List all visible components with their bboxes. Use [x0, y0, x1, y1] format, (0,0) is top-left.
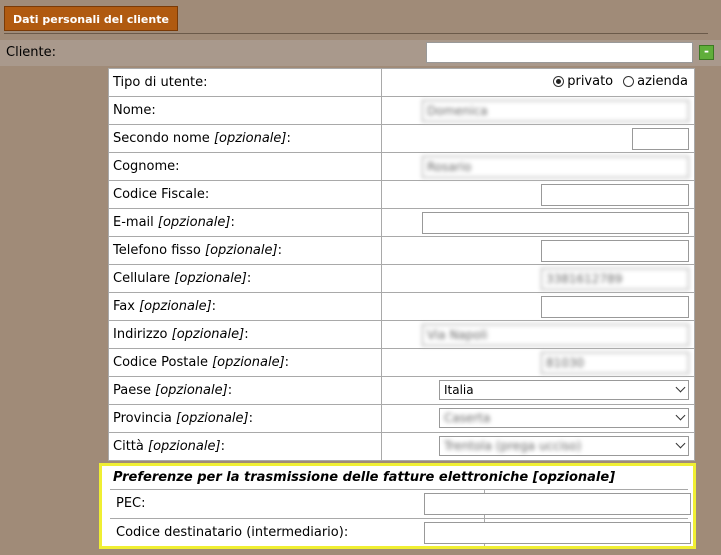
- client-row: Cliente: -: [0, 40, 721, 66]
- provincia-select[interactable]: Caserta: [439, 408, 689, 428]
- nome-label: Nome:: [108, 96, 382, 125]
- fax-label: Fax [opzionale]:: [108, 292, 382, 321]
- radio-privato-circle[interactable]: [553, 76, 565, 87]
- recipient-code-input[interactable]: [424, 522, 691, 544]
- form-row-provincia: Provincia [opzionale]: Caserta: [108, 404, 695, 433]
- paese-label: Paese [opzionale]:: [108, 376, 382, 405]
- form-row-user-type: Tipo di utente: privato azienda: [108, 68, 695, 97]
- pec-input[interactable]: [424, 493, 691, 515]
- citta-value: Trentola (prega ucciso): [444, 439, 582, 453]
- cellulare-label: Cellulare [opzionale]:: [108, 264, 382, 293]
- cognome-input[interactable]: [422, 156, 689, 178]
- customer-form: Tipo di utente: privato azienda Nome: Se…: [108, 68, 695, 461]
- tab-underline: [4, 33, 708, 34]
- section-tab[interactable]: Dati personali del cliente: [4, 6, 178, 31]
- pec-label: PEC:: [116, 496, 146, 511]
- citta-label: Città [opzionale]:: [108, 432, 382, 461]
- form-row-fax: Fax [opzionale]:: [108, 292, 695, 321]
- radio-azienda[interactable]: azienda: [623, 74, 688, 89]
- radio-privato-label: privato: [567, 74, 614, 89]
- chevron-down-icon: [675, 438, 686, 449]
- nome-input[interactable]: [422, 100, 689, 122]
- einvoice-title: Preferenze per la trasmissione delle fat…: [113, 470, 616, 485]
- form-row-citta: Città [opzionale]: Trentola (prega uccis…: [108, 432, 695, 461]
- chevron-down-icon: [675, 410, 686, 421]
- form-row-secondo-nome: Secondo nome [opzionale]:: [108, 124, 695, 153]
- radio-azienda-circle[interactable]: [623, 76, 635, 87]
- citta-select[interactable]: Trentola (prega ucciso): [439, 436, 689, 456]
- secondo-nome-label: Secondo nome [opzionale]:: [108, 124, 382, 153]
- provincia-cell: Caserta: [381, 404, 695, 433]
- fax-cell: [381, 292, 695, 321]
- einvoice-section: Preferenze per la trasmissione delle fat…: [99, 463, 696, 549]
- cellulare-cell: [381, 264, 695, 293]
- nome-cell: [381, 96, 695, 125]
- radio-azienda-label: azienda: [637, 74, 688, 89]
- fax-input[interactable]: [541, 296, 689, 318]
- user-type-field: privato azienda: [381, 68, 695, 97]
- form-row-cognome: Cognome:: [108, 152, 695, 181]
- indirizzo-label: Indirizzo [opzionale]:: [108, 320, 382, 349]
- cognome-cell: [381, 152, 695, 181]
- telefono-input[interactable]: [541, 240, 689, 262]
- telefono-cell: [381, 236, 695, 265]
- form-row-codice-fiscale: Codice Fiscale:: [108, 180, 695, 209]
- email-label: E-mail [opzionale]:: [108, 208, 382, 237]
- codice-fiscale-label: Codice Fiscale:: [108, 180, 382, 209]
- client-add-button[interactable]: -: [699, 45, 714, 60]
- citta-cell: Trentola (prega ucciso): [381, 432, 695, 461]
- telefono-label: Telefono fisso [opzionale]:: [108, 236, 382, 265]
- indirizzo-input[interactable]: [422, 324, 689, 346]
- paese-value: Italia: [444, 383, 474, 397]
- form-row-paese: Paese [opzionale]: Italia: [108, 376, 695, 405]
- secondo-nome-cell: [381, 124, 695, 153]
- provincia-value: Caserta: [444, 411, 491, 425]
- form-row-email: E-mail [opzionale]:: [108, 208, 695, 237]
- paese-select[interactable]: Italia: [439, 380, 689, 400]
- email-cell: [381, 208, 695, 237]
- codice-postale-cell: [381, 348, 695, 377]
- codice-postale-label: Codice Postale [opzionale]:: [108, 348, 382, 377]
- chevron-down-icon: [675, 382, 686, 393]
- provincia-label: Provincia [opzionale]:: [108, 404, 382, 433]
- form-row-indirizzo: Indirizzo [opzionale]:: [108, 320, 695, 349]
- user-type-label: Tipo di utente:: [108, 68, 382, 97]
- form-row-nome: Nome:: [108, 96, 695, 125]
- client-label: Cliente:: [6, 45, 57, 60]
- radio-privato[interactable]: privato: [553, 74, 613, 89]
- cellulare-input[interactable]: [541, 268, 689, 290]
- form-row-telefono: Telefono fisso [opzionale]:: [108, 236, 695, 265]
- form-row-codice-postale: Codice Postale [opzionale]:: [108, 348, 695, 377]
- email-input[interactable]: [422, 212, 689, 234]
- form-row-cellulare: Cellulare [opzionale]:: [108, 264, 695, 293]
- indirizzo-cell: [381, 320, 695, 349]
- secondo-nome-input[interactable]: [632, 128, 689, 150]
- cognome-label: Cognome:: [108, 152, 382, 181]
- client-search-input[interactable]: [426, 42, 693, 63]
- codice-fiscale-cell: [381, 180, 695, 209]
- codice-fiscale-input[interactable]: [541, 184, 689, 206]
- recipient-code-label: Codice destinatario (intermediario):: [116, 525, 349, 540]
- pec-row: PEC:: [110, 489, 691, 518]
- codice-postale-input[interactable]: [541, 352, 689, 374]
- recipient-code-row: Codice destinatario (intermediario):: [110, 518, 691, 547]
- paese-cell: Italia: [381, 376, 695, 405]
